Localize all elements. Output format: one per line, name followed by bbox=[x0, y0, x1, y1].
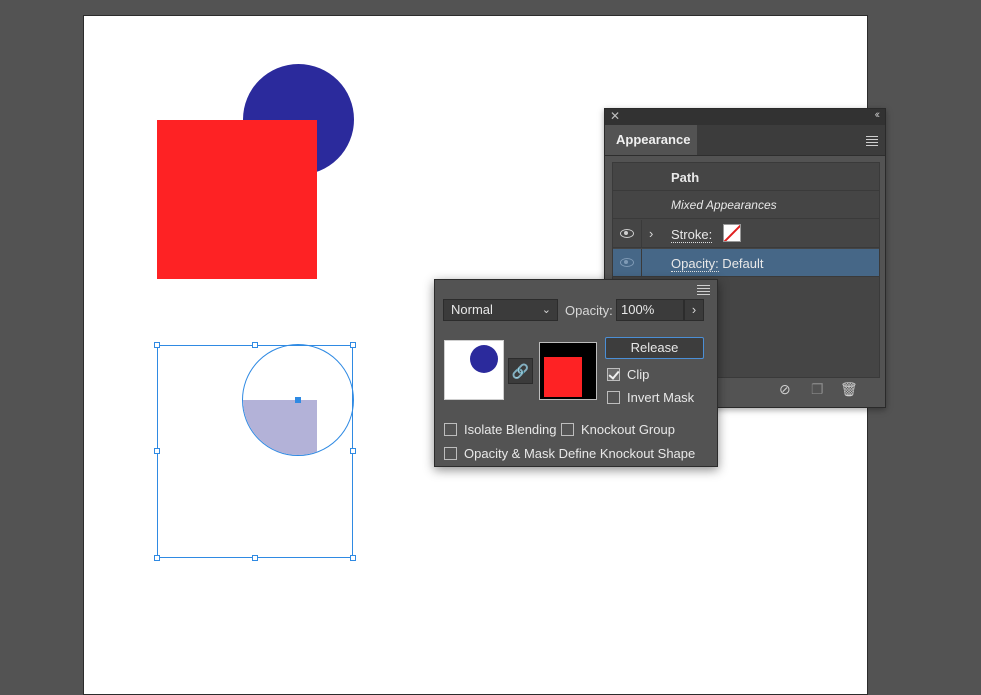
clear-appearance-icon[interactable]: ⊘ bbox=[779, 381, 791, 398]
collapse-icon[interactable]: ‹‹ bbox=[875, 109, 881, 121]
duplicate-item-icon[interactable]: ❐ bbox=[811, 381, 824, 398]
row-separator bbox=[641, 249, 642, 276]
appearance-row-path[interactable]: Path bbox=[613, 163, 879, 191]
chevron-down-icon: ⌄ bbox=[541, 304, 551, 316]
eye-icon[interactable] bbox=[620, 229, 634, 238]
tab-appearance[interactable]: Appearance bbox=[605, 125, 697, 155]
opacity-link[interactable]: Opacity: bbox=[671, 256, 719, 272]
link-icon[interactable]: 🔗 bbox=[508, 358, 533, 384]
resize-handle-top[interactable] bbox=[252, 342, 258, 348]
invert-mask-checkbox[interactable] bbox=[607, 391, 620, 404]
invert-mask-label: Invert Mask bbox=[627, 390, 695, 405]
resize-handle-bottom-left[interactable] bbox=[154, 555, 160, 561]
panel-menu-icon[interactable] bbox=[866, 136, 878, 148]
appearance-row-mixed[interactable]: Mixed Appearances bbox=[613, 191, 879, 219]
panel-tab-bar: Appearance bbox=[605, 125, 885, 156]
define-knockout-checkbox[interactable] bbox=[444, 447, 457, 460]
row-separator bbox=[641, 220, 642, 247]
appearance-row-stroke[interactable]: › Stroke: bbox=[613, 220, 879, 248]
resize-handle-right[interactable] bbox=[350, 448, 356, 454]
selection-bounding-box[interactable] bbox=[157, 345, 353, 558]
eye-icon[interactable] bbox=[620, 258, 634, 267]
center-point bbox=[295, 397, 301, 403]
appearance-row-opacity[interactable]: Opacity: Default bbox=[613, 249, 879, 277]
mixed-appearances-label: Mixed Appearances bbox=[671, 198, 777, 212]
blend-mode-value: Normal bbox=[451, 302, 493, 317]
define-knockout-label: Opacity & Mask Define Knockout Shape bbox=[464, 446, 696, 461]
artwork-thumbnail[interactable] bbox=[444, 340, 504, 400]
chevron-right-icon[interactable]: › bbox=[649, 226, 653, 241]
thumbnail-square bbox=[544, 357, 582, 397]
opacity-input[interactable]: 100% bbox=[616, 299, 684, 321]
knockout-group-checkbox[interactable] bbox=[561, 423, 574, 436]
panel-menu-icon[interactable] bbox=[697, 285, 710, 297]
resize-handle-top-right[interactable] bbox=[350, 342, 356, 348]
transparency-panel: Normal ⌄ Opacity: 100% › 🔗 Release Clip … bbox=[434, 279, 718, 467]
panel-title-bar[interactable]: ✕ ‹‹ bbox=[605, 109, 885, 125]
knockout-group-label: Knockout Group bbox=[581, 422, 675, 437]
path-label: Path bbox=[671, 170, 700, 185]
clip-label: Clip bbox=[627, 367, 650, 382]
clip-checkbox[interactable] bbox=[607, 368, 620, 381]
opacity-value: Default bbox=[718, 256, 764, 271]
resize-handle-bottom[interactable] bbox=[252, 555, 258, 561]
delete-icon[interactable]: 🗑 bbox=[840, 381, 858, 398]
isolate-blending-checkbox[interactable] bbox=[444, 423, 457, 436]
stroke-label[interactable]: Stroke: bbox=[671, 227, 713, 243]
resize-handle-top-left[interactable] bbox=[154, 342, 160, 348]
blend-mode-select[interactable]: Normal ⌄ bbox=[443, 299, 558, 321]
stroke-swatch[interactable] bbox=[723, 224, 741, 242]
chevron-right-icon[interactable]: › bbox=[684, 299, 704, 321]
isolate-blending-label: Isolate Blending bbox=[464, 422, 557, 437]
resize-handle-left[interactable] bbox=[154, 448, 160, 454]
thumbnail-circle bbox=[470, 345, 498, 373]
release-button[interactable]: Release bbox=[605, 337, 704, 359]
mask-thumbnail[interactable] bbox=[539, 342, 597, 400]
opacity-label: Opacity: bbox=[565, 303, 613, 318]
close-icon[interactable]: ✕ bbox=[610, 109, 620, 123]
red-square[interactable] bbox=[157, 120, 317, 279]
resize-handle-bottom-right[interactable] bbox=[350, 555, 356, 561]
